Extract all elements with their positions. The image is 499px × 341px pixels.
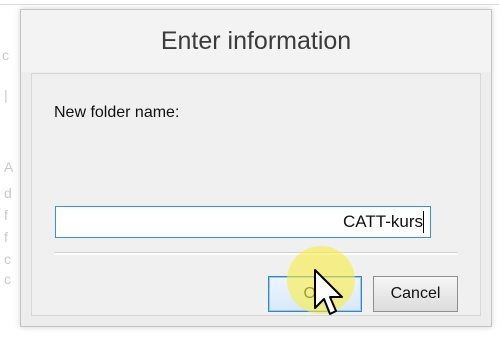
dialog-title: Enter information xyxy=(21,10,491,72)
text-caret xyxy=(423,211,424,233)
ok-button[interactable]: OK xyxy=(268,276,362,312)
enter-information-dialog: Enter information New folder name: OK Ca… xyxy=(20,9,492,327)
folder-name-input[interactable] xyxy=(55,206,431,238)
background-fragment: c xyxy=(2,47,9,63)
background-fragment: f xyxy=(4,229,8,245)
new-folder-name-label: New folder name: xyxy=(54,104,180,121)
background-fragment: c xyxy=(4,251,11,267)
background-fragment: c xyxy=(4,271,11,287)
button-separator xyxy=(54,252,458,255)
background-fragment: A xyxy=(4,159,14,175)
cancel-button[interactable]: Cancel xyxy=(373,276,458,312)
background-fragment: d xyxy=(4,185,12,201)
background-fragment: f xyxy=(4,207,8,223)
background-fragment: | xyxy=(4,87,8,103)
dialog-content: New folder name: OK Cancel xyxy=(31,73,481,316)
background-top-border xyxy=(0,4,499,5)
